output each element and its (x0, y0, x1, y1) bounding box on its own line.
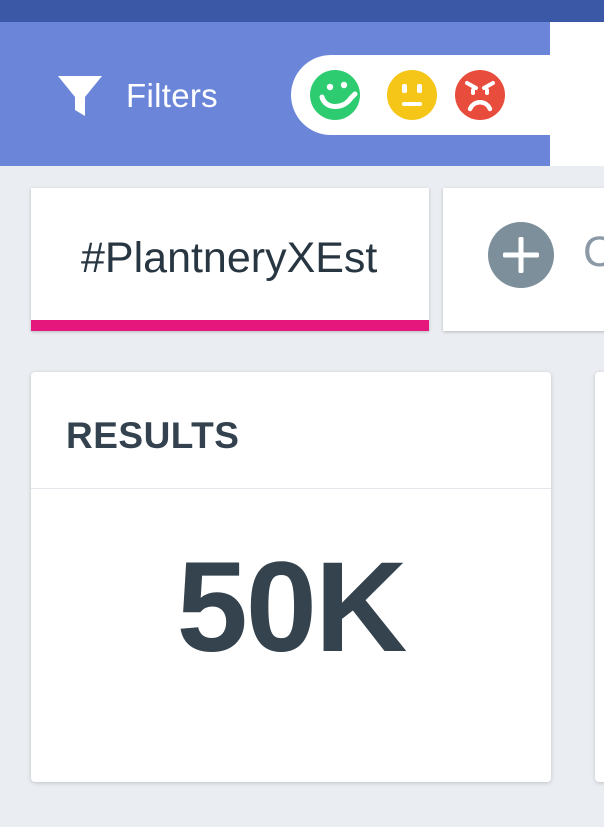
results-title: RESULTS (66, 415, 240, 456)
sentiment-filter (291, 55, 591, 135)
plus-circle-icon (488, 222, 554, 288)
next-card-edge (595, 372, 604, 782)
add-tab-label: C (583, 228, 604, 276)
results-value: 50K (176, 536, 408, 679)
add-tab-button[interactable]: C (443, 188, 604, 331)
results-card: RESULTS 50K (31, 372, 551, 782)
filters-button[interactable]: Filters (56, 70, 218, 122)
happy-face-icon[interactable] (309, 69, 361, 121)
active-tab-indicator (31, 320, 429, 331)
tab-label: #PlantneryXEst (81, 234, 378, 282)
tab-plantneryxest[interactable]: #PlantneryXEst (31, 188, 429, 331)
filter-funnel-icon (58, 76, 102, 116)
filters-label: Filters (126, 77, 218, 114)
neutral-face-icon[interactable] (386, 69, 438, 121)
sad-face-icon[interactable] (454, 69, 506, 121)
top-app-bar (0, 0, 604, 22)
card-divider (31, 488, 551, 489)
